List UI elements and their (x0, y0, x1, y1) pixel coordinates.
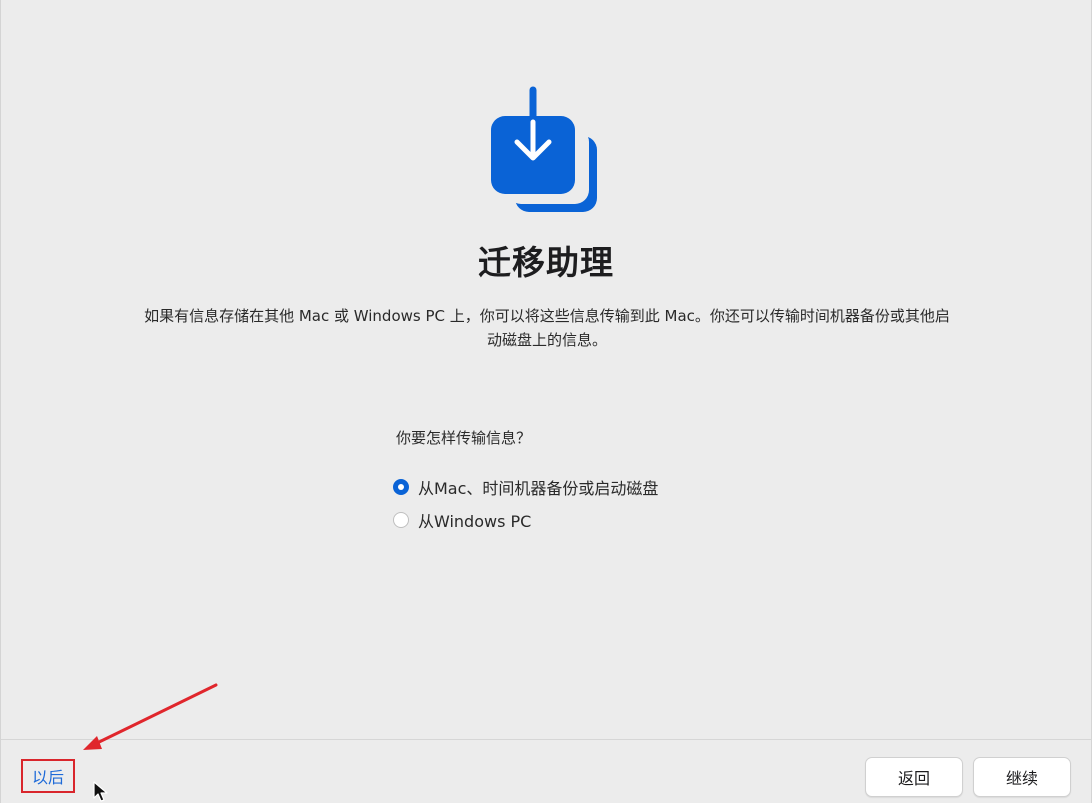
later-button[interactable]: 以后 (21, 759, 75, 793)
pointer-cursor-icon (93, 781, 108, 802)
page-title: 迁移助理 (478, 243, 614, 282)
footer-divider (1, 739, 1091, 740)
migration-assistant-icon (491, 86, 597, 212)
radio-option-label: 从Windows PC (418, 512, 532, 531)
radio-unselected-icon[interactable] (393, 512, 409, 528)
radio-option-from-mac[interactable]: 从Mac、时间机器备份或启动磁盘 (393, 475, 658, 499)
page-description: 如果有信息存储在其他 Mac 或 Windows PC 上，你可以将这些信息传输… (144, 307, 950, 349)
radio-option-label: 从Mac、时间机器备份或启动磁盘 (418, 479, 659, 498)
radio-option-from-windows[interactable]: 从Windows PC (393, 508, 531, 532)
back-button[interactable]: 返回 (865, 757, 963, 797)
continue-button[interactable]: 继续 (973, 757, 1071, 797)
migration-assistant-window: 迁移助理 如果有信息存储在其他 Mac 或 Windows PC 上，你可以将这… (0, 0, 1092, 803)
radio-selected-icon[interactable] (393, 479, 409, 495)
transfer-question-label: 你要怎样传输信息？ (396, 429, 532, 447)
